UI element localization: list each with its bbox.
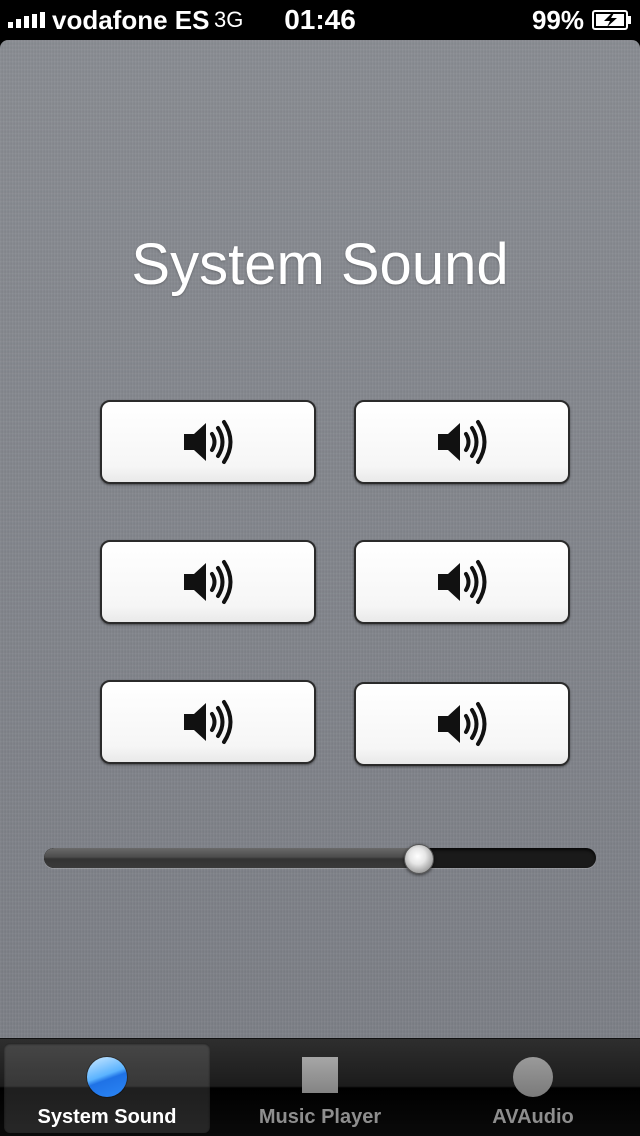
tab-music-player[interactable]: Music Player — [216, 1043, 424, 1133]
speaker-icon — [184, 700, 233, 744]
sound-button-3[interactable] — [100, 540, 316, 624]
page-title: System Sound — [131, 231, 509, 297]
tab-bar: System Sound Music Player AVAudio — [0, 1038, 640, 1136]
tab-label: Music Player — [258, 1106, 382, 1128]
square-icon — [302, 1057, 338, 1093]
speaker-icon — [184, 560, 233, 604]
tab-avaudio[interactable]: AVAudio — [430, 1043, 636, 1133]
sound-button-4[interactable] — [354, 540, 570, 624]
sound-button-2[interactable] — [354, 400, 570, 484]
tab-system-sound[interactable]: System Sound — [4, 1043, 210, 1133]
screen: vodafone ES 3G 01:46 99% System Sound Sy… — [0, 0, 640, 1136]
battery-charging-icon — [592, 10, 631, 30]
main-content: System Sound — [0, 40, 640, 1038]
battery-percent: 99% — [531, 5, 584, 35]
status-bar: vodafone ES 3G 01:46 99% — [0, 0, 640, 40]
speaker-icon — [438, 420, 487, 464]
slider-fill — [44, 848, 419, 868]
circle-icon — [513, 1057, 553, 1097]
tab-label: System Sound — [37, 1106, 177, 1128]
slider-track[interactable] — [44, 848, 596, 868]
tab-label: AVAudio — [492, 1106, 574, 1128]
volume-slider[interactable] — [44, 844, 596, 874]
speaker-icon — [184, 420, 233, 464]
blue-circle-icon — [87, 1057, 127, 1097]
slider-thumb[interactable] — [404, 844, 434, 874]
speaker-icon — [438, 560, 487, 604]
sound-button-6[interactable] — [354, 682, 570, 766]
sound-button-1[interactable] — [100, 400, 316, 484]
sound-button-5[interactable] — [100, 680, 316, 764]
speaker-icon — [438, 702, 487, 746]
